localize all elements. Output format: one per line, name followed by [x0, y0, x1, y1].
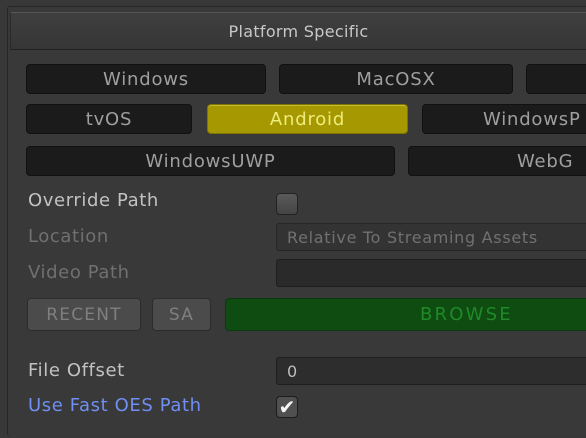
sa-button[interactable]: SA: [152, 298, 211, 331]
video-path-label: Video Path: [28, 262, 130, 283]
recent-button-label: RECENT: [46, 304, 122, 325]
use-fast-oes-path-label: Use Fast OES Path: [28, 395, 202, 416]
location-value: Relative To Streaming Assets: [287, 227, 538, 247]
tab-webgl[interactable]: WebG: [408, 146, 586, 176]
tab-windowsphone[interactable]: WindowsP: [422, 104, 586, 134]
file-offset-label: File Offset: [28, 360, 125, 381]
tab-webgl-label: WebG: [517, 150, 574, 172]
tab-android[interactable]: Android: [207, 104, 408, 134]
file-offset-value: 0: [287, 361, 298, 381]
video-path-field[interactable]: [276, 259, 586, 287]
location-label: Location: [28, 226, 109, 247]
section-divider: [22, 342, 586, 343]
tab-windows-label: Windows: [103, 68, 189, 90]
tab-windowsuwp-label: WindowsUWP: [145, 150, 276, 172]
recent-button[interactable]: RECENT: [27, 298, 141, 331]
tab-windowsphone-label: WindowsP: [483, 108, 581, 130]
use-fast-oes-path-checkbox[interactable]: ✔: [276, 396, 298, 418]
browse-button[interactable]: BROWSE: [225, 298, 586, 331]
file-offset-field[interactable]: 0: [276, 357, 586, 385]
checkmark-icon: ✔: [278, 395, 296, 419]
section-title: Platform Specific: [228, 21, 369, 41]
location-dropdown[interactable]: Relative To Streaming Assets: [276, 223, 586, 251]
tab-windows[interactable]: Windows: [26, 64, 266, 94]
tab-ios[interactable]: [526, 64, 586, 94]
sa-button-label: SA: [168, 304, 195, 325]
override-path-checkbox[interactable]: [276, 193, 298, 215]
platform-specific-header[interactable]: Platform Specific: [10, 12, 586, 50]
tab-tvos-label: tvOS: [85, 108, 133, 130]
tab-macosx-label: MacOSX: [356, 68, 436, 90]
tab-macosx[interactable]: MacOSX: [279, 64, 513, 94]
tab-windowsuwp[interactable]: WindowsUWP: [26, 146, 395, 176]
tab-android-label: Android: [269, 108, 346, 130]
browse-button-label: BROWSE: [420, 304, 513, 325]
override-path-label: Override Path: [28, 190, 159, 211]
tab-tvos[interactable]: tvOS: [26, 104, 192, 134]
